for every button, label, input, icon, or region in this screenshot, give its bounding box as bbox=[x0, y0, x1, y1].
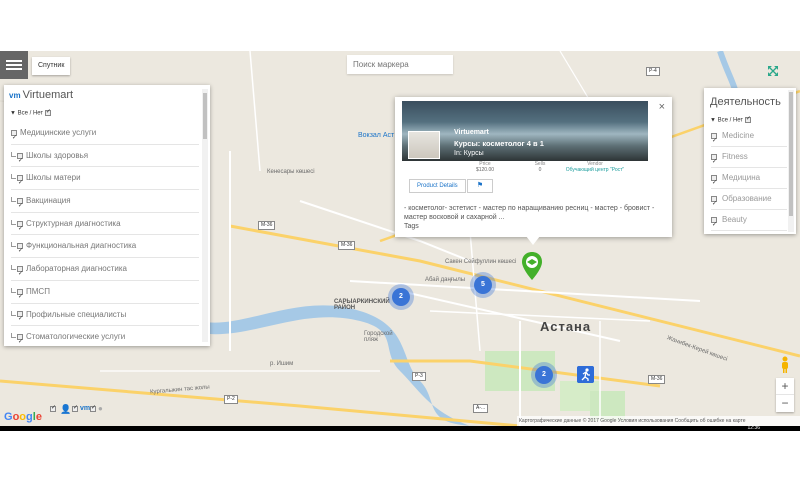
product-thumbnail[interactable] bbox=[408, 131, 440, 159]
street-label: Сакен Сейфуллин көшесі bbox=[445, 259, 517, 265]
activity-item[interactable]: Medicine bbox=[711, 126, 787, 151]
street-label: Абай даңғылы bbox=[425, 277, 466, 283]
education-marker-icon[interactable] bbox=[522, 252, 542, 280]
filter-icon: ▼ bbox=[10, 110, 16, 117]
road-shield: M-36 bbox=[258, 221, 276, 230]
fullscreen-icon[interactable] bbox=[768, 66, 778, 76]
app-window: Кенесары көшесі Сакен Сейфуллин көшесі А… bbox=[0, 0, 800, 480]
popup-pointer bbox=[526, 236, 540, 245]
all-checkbox[interactable] bbox=[744, 115, 751, 123]
google-logo: Google bbox=[4, 411, 42, 423]
zoom-in-button[interactable]: + bbox=[776, 378, 794, 395]
fitness-marker-icon[interactable] bbox=[577, 366, 594, 383]
pegman-icon[interactable] bbox=[780, 356, 790, 373]
river-label: р. Ишим bbox=[270, 361, 294, 367]
category-item[interactable]: Медицинские услуги bbox=[11, 122, 199, 149]
station-label: Вокзал Аст bbox=[358, 132, 395, 139]
clock-text: 12:36 bbox=[747, 425, 760, 431]
product-tags: Tags bbox=[404, 223, 419, 230]
marker-cluster[interactable]: 5 bbox=[474, 276, 492, 294]
panel-title: vm Virtuemart bbox=[9, 89, 74, 101]
taskbar-strip bbox=[0, 426, 800, 431]
scrollbar-thumb[interactable] bbox=[789, 92, 793, 216]
vendor-stat: Vendor Обучающий центр "Рост" bbox=[565, 161, 625, 173]
road-shield: M-36 bbox=[648, 375, 666, 384]
product-details-button[interactable]: Product Details bbox=[409, 179, 466, 193]
layer-checkbox[interactable] bbox=[72, 404, 78, 412]
vendor-name[interactable]: Virtuemart bbox=[454, 129, 489, 136]
satellite-button[interactable]: Спутник bbox=[32, 57, 71, 75]
zoom-control: + − bbox=[776, 378, 794, 412]
district-label: САРЫАРКИНСКИЙ РАЙОН bbox=[334, 299, 390, 311]
location-icon: ● bbox=[98, 404, 103, 413]
marker-cluster[interactable]: 2 bbox=[392, 288, 410, 306]
layer-checkbox[interactable] bbox=[50, 404, 56, 412]
road-shield: P-2 bbox=[224, 395, 238, 404]
activity-item[interactable]: Медицина bbox=[711, 168, 787, 193]
all-none-toggle[interactable]: ▼ Все / Нет bbox=[10, 108, 51, 117]
road-shield: A-... bbox=[473, 404, 489, 413]
virtuemart-logo-icon: vm bbox=[9, 91, 21, 100]
layer-legend[interactable]: 👤 vm ● bbox=[48, 403, 110, 417]
scrollbar-thumb[interactable] bbox=[203, 93, 207, 139]
category-item[interactable]: Структурная диагностика bbox=[11, 213, 199, 240]
product-info-window: Virtuemart Курсы: косметолог 4 в 1 In: К… bbox=[395, 97, 672, 237]
activity-item[interactable]: Fitness bbox=[711, 147, 787, 172]
activity-item[interactable]: Образование bbox=[711, 189, 787, 214]
activity-item[interactable]: Beauty bbox=[711, 210, 787, 235]
road-shield: P-3 bbox=[412, 372, 426, 381]
panel-title: Деятельность bbox=[710, 96, 781, 108]
category-item[interactable]: Вакцинация bbox=[11, 190, 199, 217]
menu-icon[interactable] bbox=[0, 51, 28, 79]
category-item[interactable]: Функциональная диагностика bbox=[11, 235, 199, 262]
price-stat: Price $120.00 bbox=[475, 161, 495, 173]
category-item[interactable]: ПМСП bbox=[11, 281, 199, 308]
vendor-link[interactable]: Обучающий центр "Рост" bbox=[565, 167, 625, 173]
city-label: Астана bbox=[540, 319, 592, 334]
close-icon[interactable]: × bbox=[659, 101, 665, 113]
marker-cluster[interactable]: 2 bbox=[535, 366, 553, 384]
zoom-out-button[interactable]: − bbox=[776, 395, 794, 412]
category-item[interactable]: Школы матери bbox=[11, 167, 199, 194]
category-list: Медицинские услуги Школы здоровья Школы … bbox=[11, 122, 199, 346]
activity-filter-panel: Деятельность ▼ Все / Нет Medicine Fitnes… bbox=[704, 88, 796, 235]
all-checkbox[interactable] bbox=[44, 108, 51, 116]
product-banner: Virtuemart Курсы: косметолог 4 в 1 In: К… bbox=[402, 101, 648, 161]
flag-icon[interactable]: ⚑ bbox=[467, 179, 493, 193]
filter-icon: ▼ bbox=[710, 117, 716, 124]
sells-stat: Sells 0 bbox=[534, 161, 546, 173]
marker-search-input[interactable] bbox=[347, 55, 453, 74]
category-item[interactable]: Школы здоровья bbox=[11, 145, 199, 172]
category-item[interactable]: Стоматологические услуги bbox=[11, 326, 199, 346]
product-description: - косметолог- эстетист - мастер по наращ… bbox=[404, 205, 655, 221]
category-item[interactable]: Профильные специалисты bbox=[11, 304, 199, 330]
category-item[interactable]: Лабораторная диагностика bbox=[11, 258, 199, 285]
category-filter-panel: vmVirtuemart ▼ Все / Нет Медицинские усл… bbox=[4, 85, 210, 346]
road-shield: P-4 bbox=[646, 67, 660, 76]
product-category: In: Курсы bbox=[454, 150, 484, 157]
person-icon: 👤 bbox=[60, 404, 72, 414]
layer-checkbox[interactable] bbox=[90, 404, 96, 412]
virtuemart-logo-icon: vm bbox=[80, 405, 91, 412]
activity-list: Medicine Fitness Медицина Образование Be… bbox=[711, 126, 787, 235]
beach-label: Городской пляж bbox=[364, 331, 393, 343]
product-name[interactable]: Курсы: косметолог 4 в 1 bbox=[454, 139, 544, 148]
road-shield: M-36 bbox=[338, 241, 356, 250]
street-label: Кенесары көшесі bbox=[267, 169, 315, 175]
all-none-toggle[interactable]: ▼ Все / Нет bbox=[710, 115, 751, 124]
